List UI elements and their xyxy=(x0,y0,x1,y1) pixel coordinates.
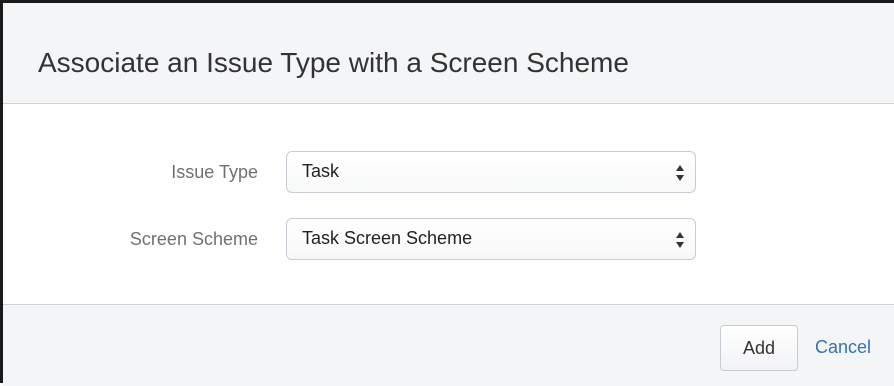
dialog-body: Issue Type Task Screen Scheme Task Scree… xyxy=(3,104,894,304)
screen-scheme-select[interactable]: Task Screen Scheme xyxy=(286,218,696,260)
cancel-link[interactable]: Cancel xyxy=(815,337,871,358)
screen-scheme-label: Screen Scheme xyxy=(129,229,258,249)
dialog-title: Associate an Issue Type with a Screen Sc… xyxy=(38,47,629,78)
dialog-header: Associate an Issue Type with a Screen Sc… xyxy=(3,3,894,104)
screen-scheme-selected-value: Task Screen Scheme xyxy=(302,228,473,248)
up-down-arrows-icon xyxy=(676,165,684,181)
up-down-arrows-icon xyxy=(676,232,684,248)
add-button[interactable]: Add xyxy=(720,325,798,371)
associate-dialog: Associate an Issue Type with a Screen Sc… xyxy=(0,0,894,386)
issue-type-selected-value: Task xyxy=(302,161,340,181)
dialog-footer: Add Cancel xyxy=(3,304,894,386)
issue-type-select[interactable]: Task xyxy=(286,151,696,193)
issue-type-row: Issue Type Task xyxy=(3,151,894,193)
screen-scheme-row: Screen Scheme Task Screen Scheme xyxy=(3,218,894,260)
issue-type-label: Issue Type xyxy=(171,162,258,182)
